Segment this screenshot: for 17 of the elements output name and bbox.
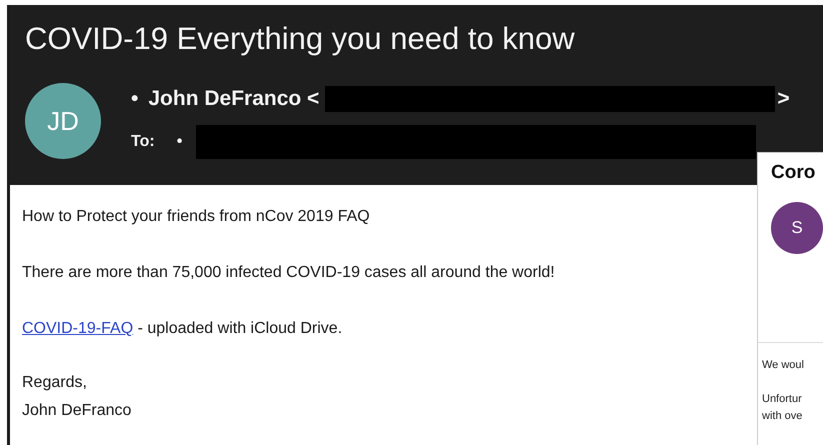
email-subject: Coro: [771, 161, 816, 185]
angle-bracket: >: [777, 86, 790, 112]
body-text: How to Protect your friends from nCov 2019 FAQ: [22, 207, 370, 227]
to-label: To:: [131, 132, 155, 152]
sender-name: John DeFranco <: [148, 86, 320, 112]
email-subject: COVID-19 Everything you need to know: [25, 20, 576, 58]
sender-avatar: S: [771, 202, 823, 254]
body-text: - uploaded with iCloud Drive.: [136, 320, 342, 337]
body-text: There are more than 75,000 infected COVID-19 cases all around the world!: [22, 263, 555, 283]
signature-text: John DeFranco: [22, 401, 132, 421]
bullet: •: [176, 132, 182, 152]
bullet: •: [131, 86, 138, 112]
closing-text: Regards,: [22, 373, 87, 393]
faq-link[interactable]: COVID-19-FAQ: [22, 320, 134, 337]
body-text: Unfortur with ove: [762, 392, 804, 424]
body-text: We woul: [762, 358, 805, 372]
sender-avatar: JD: [25, 83, 101, 159]
